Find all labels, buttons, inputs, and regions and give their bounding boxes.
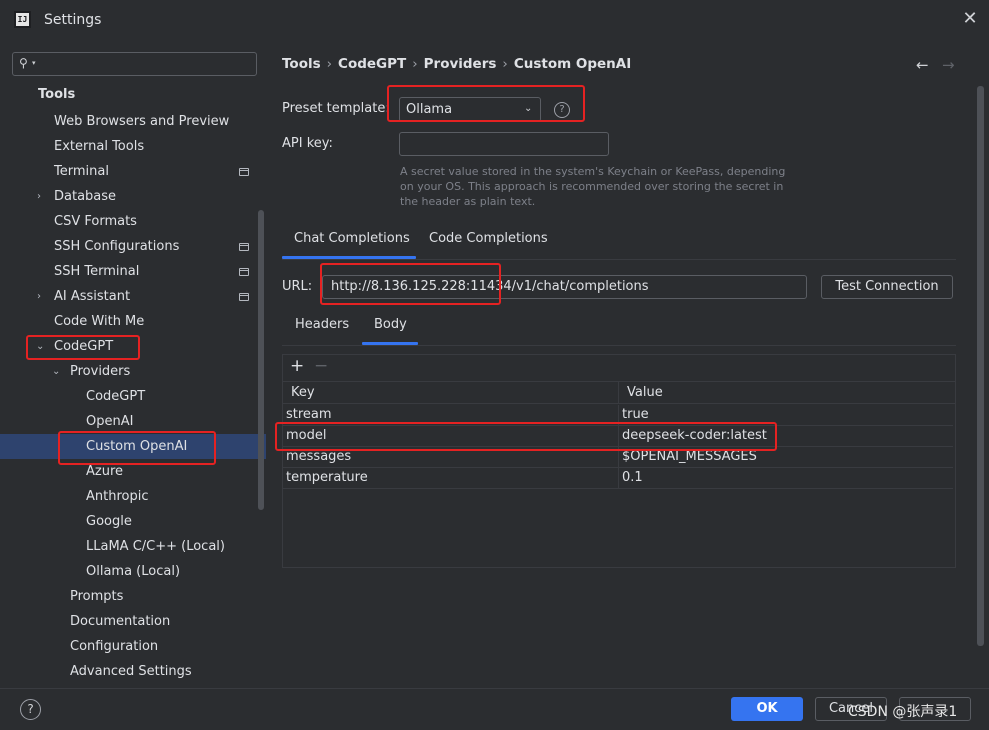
table-row[interactable]: temperature 0.1 xyxy=(283,468,953,489)
sidebar-item-prompts[interactable]: Prompts xyxy=(70,584,123,609)
search-icon: ⚲ xyxy=(19,56,28,70)
breadcrumb-item[interactable]: CodeGPT xyxy=(338,56,406,72)
add-row-icon[interactable]: + xyxy=(290,356,304,376)
row-key: stream xyxy=(286,407,332,422)
sidebar-item-database[interactable]: Database xyxy=(54,184,116,209)
api-key-input[interactable] xyxy=(399,132,609,156)
window-title: Settings xyxy=(44,12,102,28)
column-separator xyxy=(618,447,619,467)
column-separator xyxy=(618,405,619,425)
subtab-headers[interactable]: Headers xyxy=(295,317,349,332)
settings-search-input[interactable]: ⚲ ▾ xyxy=(12,52,257,76)
sidebar-item-provider-llama[interactable]: LLaMA C/C++ (Local) xyxy=(86,534,225,559)
help-icon[interactable]: ? xyxy=(20,699,41,720)
breadcrumb-separator-icon: › xyxy=(502,56,508,72)
sidebar-item-csv-formats[interactable]: CSV Formats xyxy=(54,209,137,234)
breadcrumb-item: Custom OpenAI xyxy=(513,56,632,72)
project-level-icon xyxy=(239,168,249,176)
row-key: temperature xyxy=(286,470,368,485)
content-scrollbar[interactable] xyxy=(977,86,984,646)
breadcrumb-item[interactable]: Providers xyxy=(424,56,497,72)
breadcrumb-item[interactable]: Tools xyxy=(282,56,321,72)
tab-chat-completions[interactable]: Chat Completions xyxy=(294,231,410,246)
column-separator xyxy=(618,426,619,446)
preset-template-label: Preset template: xyxy=(282,101,390,116)
sidebar-item-provider-openai[interactable]: OpenAI xyxy=(86,409,133,434)
sidebar-item-web-browsers[interactable]: Web Browsers and Preview xyxy=(54,109,229,134)
close-icon[interactable]: ✕ xyxy=(960,9,980,29)
preset-template-select[interactable]: Ollama ⌄ xyxy=(399,97,541,122)
ok-button[interactable]: OK xyxy=(731,697,803,721)
collapse-chevron-icon[interactable]: ⌄ xyxy=(52,359,60,384)
sidebar-item-provider-custom-openai[interactable]: Custom OpenAI xyxy=(86,434,187,459)
sidebar-item-provider-anthropic[interactable]: Anthropic xyxy=(86,484,149,509)
sidebar-item-ai-assistant[interactable]: AI Assistant xyxy=(54,284,130,309)
forward-arrow-icon[interactable]: → xyxy=(942,56,955,74)
column-separator xyxy=(618,468,619,488)
table-row[interactable]: model deepseek-coder:latest xyxy=(283,426,953,447)
column-header-key[interactable]: Key xyxy=(291,385,315,400)
collapse-chevron-icon[interactable]: ⌄ xyxy=(36,334,44,359)
table-row[interactable]: stream true xyxy=(283,405,953,426)
column-separator[interactable] xyxy=(618,382,619,404)
subtab-divider xyxy=(282,345,956,346)
url-label: URL: xyxy=(282,279,313,294)
body-params-table: + − Key Value stream true model deepseek… xyxy=(282,354,956,568)
subtab-body[interactable]: Body xyxy=(374,317,407,332)
project-level-icon xyxy=(239,243,249,251)
sidebar-item-provider-ollama[interactable]: Ollama (Local) xyxy=(86,559,180,584)
search-options-caret-icon[interactable]: ▾ xyxy=(32,59,36,67)
project-level-icon xyxy=(239,268,249,276)
chevron-down-icon: ⌄ xyxy=(524,103,533,114)
expand-chevron-icon[interactable]: › xyxy=(37,284,41,309)
sidebar-item-tools[interactable]: Tools xyxy=(38,82,75,107)
row-key: messages xyxy=(286,449,352,464)
breadcrumb-separator-icon: › xyxy=(412,56,418,72)
title-bar: IJ Settings ✕ xyxy=(0,0,989,40)
preset-template-value: Ollama xyxy=(406,102,453,117)
sidebar-item-terminal[interactable]: Terminal xyxy=(54,159,109,184)
api-key-hint: A secret value stored in the system's Ke… xyxy=(400,165,786,208)
sidebar-item-external-tools[interactable]: External Tools xyxy=(54,134,144,159)
settings-content: Tools › CodeGPT › Providers › Custom OpenAI ← … xyxy=(266,40,989,688)
sidebar-scrollbar[interactable] xyxy=(258,210,264,510)
expand-chevron-icon[interactable]: › xyxy=(37,184,41,209)
breadcrumb-separator-icon: › xyxy=(326,56,333,72)
row-value: true xyxy=(622,407,649,422)
url-input[interactable]: http://8.136.125.228:11434/v1/chat/compl… xyxy=(322,275,807,299)
sidebar-item-provider-codegpt[interactable]: CodeGPT xyxy=(86,384,145,409)
row-value: $OPENAI_MESSAGES xyxy=(622,449,757,464)
row-key: model xyxy=(286,428,327,443)
sidebar-item-providers[interactable]: Providers xyxy=(70,359,130,384)
back-arrow-icon[interactable]: ← xyxy=(916,56,929,74)
help-icon[interactable]: ? xyxy=(554,102,570,118)
column-header-value[interactable]: Value xyxy=(627,385,663,400)
table-row[interactable]: messages $OPENAI_MESSAGES xyxy=(283,447,953,468)
breadcrumb: Tools › CodeGPT › Providers › Custom OpenAI xyxy=(282,56,631,72)
intellij-app-icon: IJ xyxy=(14,11,31,28)
sidebar-item-provider-google[interactable]: Google xyxy=(86,509,132,534)
row-value: deepseek-coder:latest xyxy=(622,428,767,443)
tab-code-completions[interactable]: Code Completions xyxy=(429,231,548,246)
tab-divider xyxy=(282,259,956,260)
dialog-footer: ? OK Cancel CSDN @张声录1 xyxy=(0,688,989,730)
sidebar-item-documentation[interactable]: Documentation xyxy=(70,609,170,634)
sidebar-item-code-with-me[interactable]: Code With Me xyxy=(54,309,144,334)
remove-row-icon[interactable]: − xyxy=(314,356,328,376)
sidebar-item-configuration[interactable]: Configuration xyxy=(70,634,158,659)
api-key-label: API key: xyxy=(282,136,333,151)
sidebar-item-advanced-settings[interactable]: Advanced Settings xyxy=(70,659,192,684)
table-header: Key Value xyxy=(283,381,955,404)
sidebar-item-provider-azure[interactable]: Azure xyxy=(86,459,123,484)
sidebar-item-codegpt[interactable]: CodeGPT xyxy=(54,334,113,359)
watermark-text: CSDN @张声录1 xyxy=(848,704,958,720)
row-value: 0.1 xyxy=(622,470,643,485)
settings-sidebar: ⚲ ▾ Tools Web Browsers and Preview Exter… xyxy=(0,40,266,688)
sidebar-item-ssh-configurations[interactable]: SSH Configurations xyxy=(54,234,179,259)
sidebar-item-ssh-terminal[interactable]: SSH Terminal xyxy=(54,259,139,284)
test-connection-button[interactable]: Test Connection xyxy=(821,275,953,299)
project-level-icon xyxy=(239,293,249,301)
